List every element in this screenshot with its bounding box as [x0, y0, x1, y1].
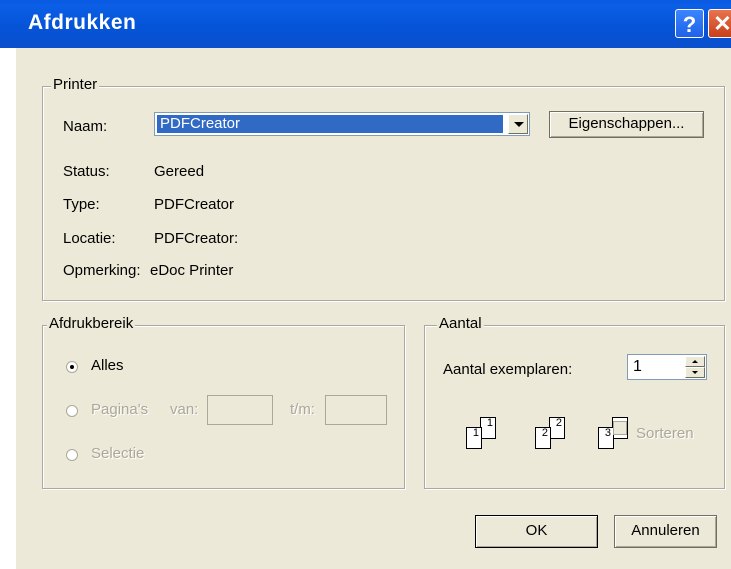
chevron-down-icon: [514, 122, 524, 127]
help-icon: ?: [682, 12, 697, 37]
page-icon-2-front: 2: [535, 427, 551, 449]
collate-checkbox[interactable]: [613, 421, 627, 435]
type-value: PDFCreator: [154, 196, 235, 213]
page-icon-1-front: 1: [466, 427, 482, 449]
from-label: van:: [170, 401, 199, 418]
radio-selection[interactable]: [66, 449, 78, 461]
status-label: Status:: [63, 163, 110, 180]
copies-count-label: Aantal exemplaren:: [443, 361, 573, 378]
properties-button[interactable]: Eigenschappen...: [549, 111, 704, 138]
cancel-button[interactable]: Annuleren: [614, 515, 717, 548]
location-value: PDFCreator:: [154, 230, 239, 247]
from-page-field[interactable]: [207, 395, 273, 425]
spin-up-button[interactable]: [685, 356, 705, 367]
status-value: Gereed: [154, 163, 205, 180]
ok-button[interactable]: OK: [475, 515, 598, 548]
type-label: Type:: [63, 196, 100, 213]
to-label: t/m:: [290, 401, 315, 418]
copies-count-value: 1: [633, 358, 642, 375]
printer-name-label: Naam:: [63, 118, 108, 135]
comment-value: eDoc Printer: [150, 262, 234, 279]
radio-selection-label[interactable]: Selectie: [91, 445, 144, 462]
copies-group-label: Aantal: [437, 315, 484, 332]
radio-all-label[interactable]: Alles: [91, 357, 124, 374]
to-page-field[interactable]: [325, 395, 387, 425]
print-range-group-label: Afdrukbereik: [47, 315, 136, 332]
copies-count-spinner[interactable]: 1: [627, 354, 707, 380]
close-button[interactable]: ✕: [708, 9, 731, 38]
window-title: Afdrukken: [28, 11, 137, 34]
printer-name-combo[interactable]: PDFCreator: [154, 112, 530, 136]
window-frame-left: [0, 48, 16, 569]
close-icon: ✕: [713, 11, 731, 36]
collate-label[interactable]: Sorteren: [636, 425, 694, 442]
combo-dropdown-button[interactable]: [508, 114, 528, 134]
copies-group: Aantal: [424, 315, 725, 489]
page-icon-2-back: 2: [549, 417, 565, 439]
page-icon-3-front: 3: [598, 427, 614, 449]
comment-label: Opmerking:: [63, 262, 141, 279]
radio-pages[interactable]: [66, 405, 78, 417]
arrow-down-icon: [692, 371, 698, 374]
radio-all[interactable]: [66, 361, 78, 373]
printer-group-label: Printer: [51, 76, 100, 93]
printer-name-value: PDFCreator: [157, 115, 503, 133]
location-label: Locatie:: [63, 230, 116, 247]
page-icon-1-back: 1: [480, 417, 496, 439]
spin-down-button[interactable]: [685, 367, 705, 378]
radio-pages-label[interactable]: Pagina's: [91, 401, 148, 418]
collate-illustration: 1 1 2 2 3: [462, 413, 632, 458]
help-button[interactable]: ?: [675, 9, 704, 38]
arrow-up-icon: [692, 360, 698, 363]
title-bar: Afdrukken ? ✕: [0, 0, 731, 48]
